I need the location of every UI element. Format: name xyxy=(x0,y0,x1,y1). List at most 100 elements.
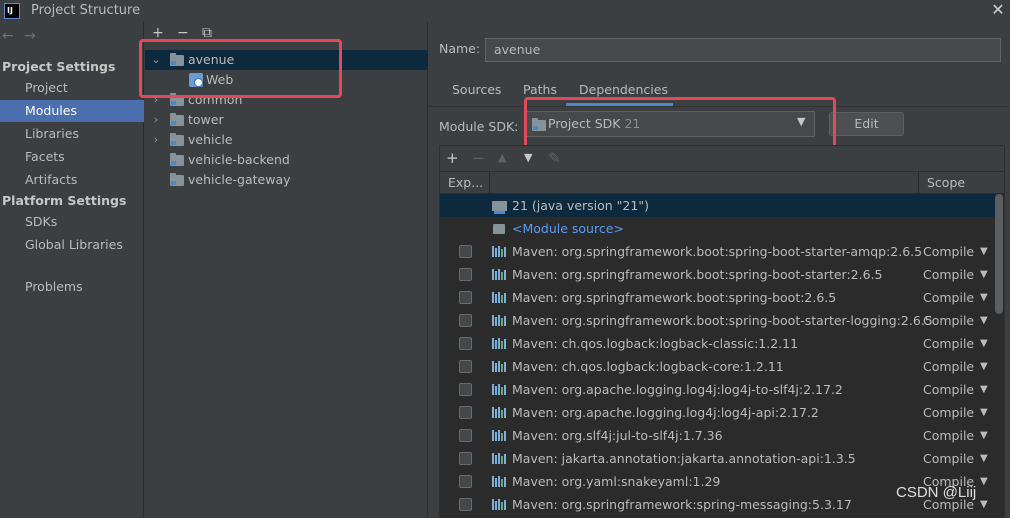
table-row[interactable]: Maven: org.apache.logging.log4j:log4j-ap… xyxy=(440,401,996,424)
tree-item-vehicle[interactable]: › vehicle xyxy=(145,130,428,150)
dependency-name: Maven: org.springframework.boot:spring-b… xyxy=(512,267,883,282)
add-dependency-icon[interactable]: + xyxy=(446,149,459,167)
scope-dropdown-icon[interactable]: ▼ xyxy=(980,332,988,355)
scope-value[interactable]: Compile xyxy=(923,355,974,378)
chevron-right-icon[interactable]: › xyxy=(150,130,162,150)
nav-item-facets[interactable]: Facets xyxy=(0,146,144,168)
scope-value[interactable]: Compile xyxy=(923,378,974,401)
maven-library-icon xyxy=(492,476,506,487)
nav-item-libraries[interactable]: Libraries xyxy=(0,123,144,145)
tree-item-vehicle-gateway[interactable]: vehicle-gateway xyxy=(145,170,428,190)
scope-dropdown-icon[interactable]: ▼ xyxy=(980,424,988,447)
remove-dependency-icon[interactable]: − xyxy=(472,149,485,167)
edit-dependency-icon[interactable]: ✎ xyxy=(548,149,561,167)
scope-dropdown-icon[interactable]: ▼ xyxy=(980,286,988,309)
dependency-name: 21 (java version "21") xyxy=(512,198,649,213)
maven-library-icon xyxy=(492,315,506,326)
table-row[interactable]: Maven: ch.qos.logback:logback-classic:1.… xyxy=(440,332,996,355)
module-folder-icon xyxy=(170,113,184,126)
nav-item-problems[interactable]: Problems xyxy=(0,276,144,298)
nav-item-global-libraries[interactable]: Global Libraries xyxy=(0,234,144,256)
window-title: Project Structure xyxy=(31,3,141,18)
tab-paths[interactable]: Paths xyxy=(523,82,557,97)
nav-item-artifacts[interactable]: Artifacts xyxy=(0,169,144,191)
scope-value[interactable]: Compile xyxy=(923,286,974,309)
scope-value[interactable]: Compile xyxy=(923,309,974,332)
maven-library-icon xyxy=(492,499,506,510)
nav-item-modules[interactable]: Modules xyxy=(0,100,144,122)
scope-dropdown-icon[interactable]: ▼ xyxy=(980,263,988,286)
export-checkbox[interactable] xyxy=(459,360,472,373)
maven-library-icon xyxy=(492,384,506,395)
scope-value[interactable]: Compile xyxy=(923,424,974,447)
scope-dropdown-icon[interactable]: ▼ xyxy=(980,401,988,424)
table-row[interactable]: Maven: org.springframework.boot:spring-b… xyxy=(440,309,996,332)
scope-dropdown-icon[interactable]: ▼ xyxy=(980,493,988,516)
table-row[interactable]: Maven: org.springframework.boot:spring-b… xyxy=(440,240,996,263)
maven-library-icon xyxy=(492,338,506,349)
scope-value[interactable]: Compile xyxy=(923,263,974,286)
dependency-name: Maven: org.slf4j:jul-to-slf4j:1.7.36 xyxy=(512,428,723,443)
table-row[interactable]: Maven: jakarta.annotation:jakarta.annota… xyxy=(440,447,996,470)
module-folder-icon xyxy=(170,173,184,186)
export-checkbox[interactable] xyxy=(459,406,472,419)
move-up-icon[interactable]: ▲ xyxy=(498,151,506,164)
export-checkbox[interactable] xyxy=(459,429,472,442)
export-checkbox[interactable] xyxy=(459,314,472,327)
module-name-input[interactable]: avenue xyxy=(485,38,1001,62)
maven-library-icon xyxy=(492,246,506,257)
close-icon[interactable]: ✕ xyxy=(988,0,1008,21)
scope-value[interactable]: Compile xyxy=(923,332,974,355)
dependency-name: Maven: ch.qos.logback:logback-classic:1.… xyxy=(512,336,799,351)
export-checkbox[interactable] xyxy=(459,452,472,465)
sdk-dependency-row[interactable]: 21 (java version "21") xyxy=(440,194,996,217)
settings-nav: ← → Project Settings Project Modules Lib… xyxy=(0,22,144,518)
move-down-icon[interactable]: ▼ xyxy=(524,151,532,164)
export-checkbox[interactable] xyxy=(459,245,472,258)
export-checkbox[interactable] xyxy=(459,383,472,396)
dependency-name: <Module source> xyxy=(512,221,624,236)
scope-value[interactable]: Compile xyxy=(923,447,974,470)
table-row[interactable]: Maven: org.slf4j:jul-to-slf4j:1.7.36 Comp… xyxy=(440,424,996,447)
chevron-right-icon[interactable]: › xyxy=(150,110,162,130)
scope-dropdown-icon[interactable]: ▼ xyxy=(980,378,988,401)
table-row[interactable]: Maven: org.springframework.boot:spring-b… xyxy=(440,286,996,309)
scope-value[interactable]: Compile xyxy=(923,240,974,263)
scope-dropdown-icon[interactable]: ▼ xyxy=(980,240,988,263)
edit-sdk-button[interactable]: Edit xyxy=(829,112,904,136)
nav-item-sdks[interactable]: SDKs xyxy=(0,211,144,233)
forward-arrow-icon[interactable]: → xyxy=(24,28,36,44)
tab-dependencies[interactable]: Dependencies xyxy=(579,82,668,97)
highlight-box xyxy=(524,97,836,152)
back-arrow-icon[interactable]: ← xyxy=(2,28,14,44)
scope-dropdown-icon[interactable]: ▼ xyxy=(980,470,988,493)
column-export[interactable]: Exp... xyxy=(440,172,490,194)
module-source-row[interactable]: <Module source> xyxy=(440,217,996,240)
maven-library-icon xyxy=(492,292,506,303)
maven-library-icon xyxy=(492,361,506,372)
nav-item-project[interactable]: Project xyxy=(0,77,144,99)
scope-dropdown-icon[interactable]: ▼ xyxy=(980,309,988,332)
scope-value[interactable]: Compile xyxy=(923,401,974,424)
column-name[interactable] xyxy=(490,172,919,194)
tab-sources[interactable]: Sources xyxy=(452,82,501,97)
scope-dropdown-icon[interactable]: ▼ xyxy=(980,355,988,378)
table-scrollbar[interactable] xyxy=(995,194,1003,314)
export-checkbox[interactable] xyxy=(459,337,472,350)
watermark: CSDN @Liij xyxy=(896,484,977,501)
maven-library-icon xyxy=(492,430,506,441)
export-checkbox[interactable] xyxy=(459,475,472,488)
intellij-app-icon: IJ xyxy=(4,3,20,19)
table-row[interactable]: Maven: org.springframework.boot:spring-b… xyxy=(440,263,996,286)
export-checkbox[interactable] xyxy=(459,498,472,511)
export-checkbox[interactable] xyxy=(459,268,472,281)
title-bar: IJ Project Structure ✕ xyxy=(0,0,1010,22)
table-row[interactable]: Maven: ch.qos.logback:logback-core:1.2.1… xyxy=(440,355,996,378)
tree-item-tower[interactable]: › tower xyxy=(145,110,428,130)
column-scope[interactable]: Scope xyxy=(919,172,1004,194)
table-row[interactable]: Maven: org.apache.logging.log4j:log4j-to… xyxy=(440,378,996,401)
scope-dropdown-icon[interactable]: ▼ xyxy=(980,447,988,470)
export-checkbox[interactable] xyxy=(459,291,472,304)
tree-item-vehicle-backend[interactable]: vehicle-backend xyxy=(145,150,428,170)
platform-settings-header: Platform Settings xyxy=(2,193,127,208)
